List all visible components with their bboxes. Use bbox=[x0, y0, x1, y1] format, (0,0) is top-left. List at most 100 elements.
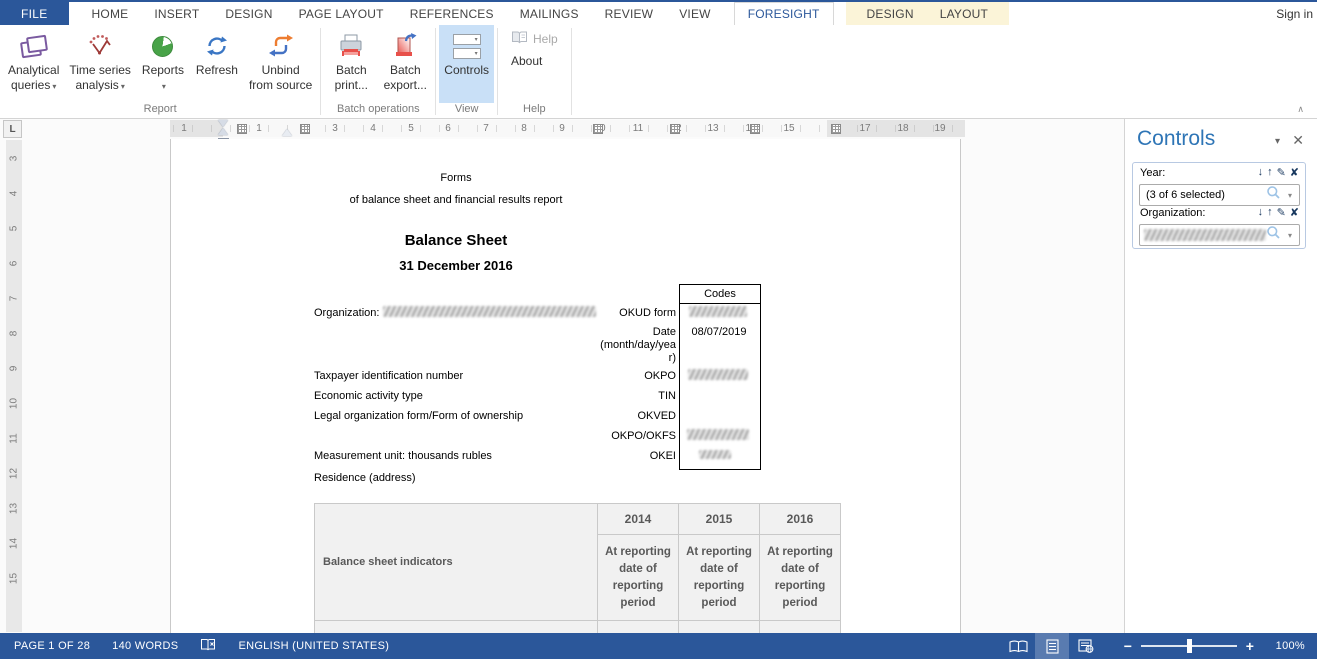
move-up-icon[interactable]: ↑ bbox=[1267, 166, 1273, 179]
tab-selector-button[interactable]: L bbox=[3, 120, 22, 138]
doc-date-title: 31 December 2016 bbox=[314, 258, 598, 273]
tab-view[interactable]: VIEW bbox=[666, 2, 723, 25]
refresh-button[interactable]: Refresh bbox=[190, 25, 244, 103]
redacted-organization-filter-value bbox=[1144, 229, 1266, 241]
time-series-analysis-button[interactable]: Time series analysis▾ bbox=[64, 25, 136, 103]
search-icon[interactable] bbox=[1266, 185, 1281, 205]
tab-design[interactable]: DESIGN bbox=[212, 2, 285, 25]
codes-date-value: 08/07/2019 bbox=[679, 326, 759, 338]
pane-menu-caret-icon[interactable]: ▾ bbox=[1275, 136, 1280, 147]
hanging-indent-marker[interactable] bbox=[218, 128, 228, 135]
first-line-indent-marker[interactable] bbox=[218, 120, 228, 127]
reports-button[interactable]: Reports ▾ bbox=[136, 25, 190, 103]
analytical-queries-label-1: Analytical bbox=[8, 63, 59, 78]
tab-table-layout[interactable]: LAYOUT bbox=[927, 2, 1001, 25]
ruler-number: 9 bbox=[9, 361, 20, 377]
tab-insert[interactable]: INSERT bbox=[141, 2, 212, 25]
tab-home[interactable]: HOME bbox=[79, 2, 142, 25]
document-page[interactable]: Forms of balance sheet and financial res… bbox=[170, 139, 961, 633]
language-indicator[interactable]: ENGLISH (UNITED STATES) bbox=[238, 640, 389, 652]
zoom-percentage[interactable]: 100% bbox=[1259, 640, 1305, 652]
word-count[interactable]: 140 WORDS bbox=[112, 640, 178, 652]
analytical-queries-button[interactable]: Analytical queries▾ bbox=[3, 25, 64, 103]
table-column-marker[interactable] bbox=[237, 124, 247, 134]
zoom-slider[interactable]: − + bbox=[1119, 638, 1259, 654]
ribbon-group-help: Help About Help bbox=[498, 25, 571, 118]
help-button[interactable]: Help bbox=[507, 29, 562, 48]
indent-triangle-marker[interactable] bbox=[282, 129, 292, 136]
ruler-number: 10 bbox=[9, 396, 20, 412]
read-mode-button[interactable] bbox=[1001, 633, 1035, 659]
ribbon-group-view: ▾▾ Controls View bbox=[436, 25, 497, 118]
about-button[interactable]: About bbox=[507, 51, 562, 70]
doc-heading-line-1: Forms bbox=[314, 172, 598, 184]
controls-toggle-button[interactable]: ▾▾ Controls bbox=[439, 25, 494, 103]
unbind-icon bbox=[266, 29, 296, 63]
table-empty-cell bbox=[597, 620, 679, 634]
ruler-number: 15 bbox=[9, 571, 20, 587]
web-layout-button[interactable] bbox=[1069, 633, 1103, 659]
page-indicator[interactable]: PAGE 1 OF 28 bbox=[14, 640, 90, 652]
ruler-number: 8 bbox=[521, 120, 527, 137]
year-filter-actions: ↓ ↑ ✎ ✘ bbox=[1258, 166, 1299, 179]
vertical-ruler[interactable]: 3456789101112131415 bbox=[6, 140, 22, 632]
field-label-right: OKPO/OKFS bbox=[314, 430, 676, 443]
ruler-number: 3 bbox=[332, 120, 338, 137]
doc-heading-line-2: of balance sheet and financial results r… bbox=[314, 194, 598, 206]
pane-close-icon[interactable]: ✕ bbox=[1292, 132, 1304, 149]
sign-in-link[interactable]: Sign in bbox=[1276, 2, 1317, 25]
search-icon[interactable] bbox=[1266, 225, 1281, 245]
table-column-marker[interactable] bbox=[670, 124, 680, 134]
edit-icon[interactable]: ✎ bbox=[1277, 166, 1286, 179]
tab-page-layout[interactable]: PAGE LAYOUT bbox=[286, 2, 397, 25]
move-down-icon[interactable]: ↓ bbox=[1258, 166, 1264, 179]
move-down-icon[interactable]: ↓ bbox=[1258, 206, 1264, 219]
reports-caret-line: ▾ bbox=[160, 78, 166, 94]
ruler-number: 18 bbox=[897, 120, 908, 137]
date-field-label: Date (month/day/yea r) bbox=[314, 326, 676, 365]
group-label-report: Report bbox=[3, 103, 317, 118]
dropdown-caret-icon[interactable]: ▾ bbox=[1281, 191, 1299, 200]
batch-print-button[interactable]: Batch print... bbox=[324, 25, 378, 103]
move-up-icon[interactable]: ↑ bbox=[1267, 206, 1273, 219]
tab-table-design[interactable]: DESIGN bbox=[854, 2, 927, 25]
unbind-from-source-button[interactable]: Unbind from source bbox=[244, 25, 317, 103]
dropdown-caret-icon[interactable]: ▾ bbox=[1281, 231, 1299, 240]
dropdown-caret-icon: ▾ bbox=[121, 82, 125, 91]
print-layout-button[interactable] bbox=[1035, 633, 1069, 659]
dropdown-caret-icon: ▾ bbox=[162, 82, 166, 91]
table-column-marker[interactable] bbox=[750, 124, 760, 134]
tab-foresight[interactable]: FORESIGHT bbox=[734, 2, 834, 25]
zoom-slider-track[interactable] bbox=[1141, 645, 1237, 647]
about-label: About bbox=[511, 54, 542, 68]
tab-review[interactable]: REVIEW bbox=[592, 2, 667, 25]
zoom-in-button[interactable]: + bbox=[1241, 638, 1259, 654]
table-column-marker[interactable] bbox=[831, 124, 841, 134]
ruler-number: 1 bbox=[181, 120, 187, 137]
field-label-right: TIN bbox=[314, 390, 676, 403]
ruler-number: 11 bbox=[9, 431, 20, 447]
table-column-marker[interactable] bbox=[300, 124, 310, 134]
remove-icon[interactable]: ✘ bbox=[1290, 166, 1299, 179]
organization-filter-dropdown[interactable]: ▾ bbox=[1139, 224, 1300, 246]
tab-references[interactable]: REFERENCES bbox=[397, 2, 507, 25]
tab-file[interactable]: FILE bbox=[0, 2, 69, 25]
edit-icon[interactable]: ✎ bbox=[1277, 206, 1286, 219]
ruler-number: 4 bbox=[370, 120, 376, 137]
proofing-errors-icon[interactable] bbox=[200, 638, 216, 655]
remove-icon[interactable]: ✘ bbox=[1290, 206, 1299, 219]
zoom-slider-thumb[interactable] bbox=[1187, 639, 1192, 653]
ruler-number: 7 bbox=[9, 291, 20, 307]
batch-export-label-1: Batch bbox=[390, 63, 421, 78]
batch-export-button[interactable]: Batch export... bbox=[378, 25, 432, 103]
controls-icon: ▾▾ bbox=[453, 29, 481, 63]
reports-pie-icon bbox=[152, 29, 173, 63]
year-filter-dropdown[interactable]: (3 of 6 selected) ▾ bbox=[1139, 184, 1300, 206]
table-column-marker[interactable] bbox=[593, 124, 603, 134]
time-series-label-1: Time series bbox=[69, 63, 131, 78]
tab-mailings[interactable]: MAILINGS bbox=[507, 2, 592, 25]
field-label-right: OKPO bbox=[314, 370, 676, 383]
collapse-ribbon-icon[interactable]: ∧ bbox=[1297, 104, 1304, 115]
horizontal-ruler[interactable]: 113456789101112131415171819 bbox=[170, 120, 965, 137]
zoom-out-button[interactable]: − bbox=[1119, 638, 1137, 654]
